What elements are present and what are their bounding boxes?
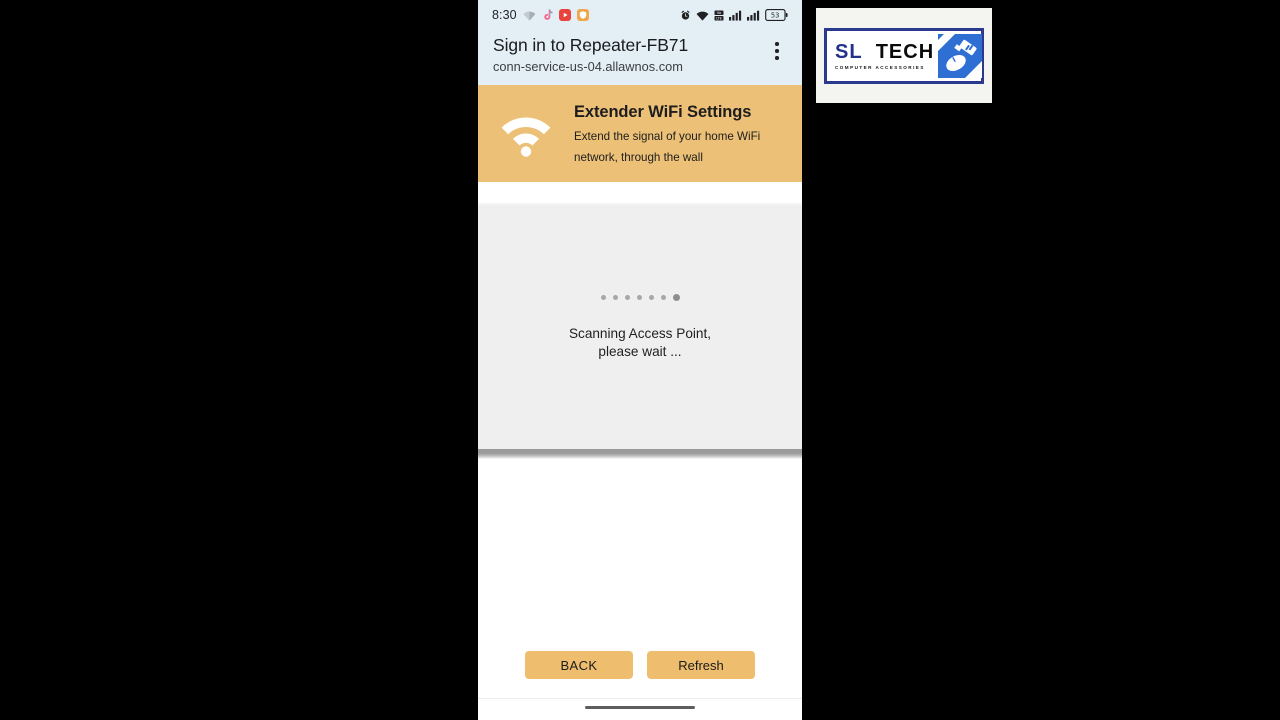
brand-primary-text: SL: [835, 41, 863, 63]
status-bar-clock: 8:30: [492, 8, 517, 22]
scan-status-panel: Scanning Access Point, please wait ...: [478, 205, 802, 449]
loading-dot: [636, 295, 642, 300]
weak-wifi-icon: [523, 10, 536, 21]
scan-status-line-1: Scanning Access Point,: [568, 326, 712, 341]
status-bar: 8:30 Vo LTE 53: [478, 0, 802, 30]
scan-status-text: Scanning Access Point, please wait ...: [569, 325, 711, 360]
page-url: conn-service-us-04.allawnos.com: [493, 59, 683, 74]
phone-screen: 8:30 Vo LTE 53 Sign in to Repeater-FB71 …: [478, 0, 802, 720]
brand-wordmark: SL TECH: [835, 41, 934, 63]
content-top-gap: [478, 182, 802, 203]
youtube-icon: [558, 9, 571, 21]
page-content: Scanning Access Point, please wait ... B…: [478, 182, 802, 716]
back-button[interactable]: BACK: [525, 651, 633, 679]
kebab-dot: [775, 56, 779, 60]
action-button-row: BACK Refresh: [478, 651, 802, 689]
brand-logo-card: SL TECH COMPUTER ACCESSORIES: [816, 8, 992, 103]
banner-subtitle: Extend the signal of your home WiFi netw…: [574, 130, 761, 164]
content-bottom-pad: [478, 689, 802, 698]
shield-app-icon: [576, 9, 589, 21]
content-spacer: [478, 459, 802, 651]
signal-bars-sim1-icon: [729, 10, 742, 21]
extender-banner: Extender WiFi Settings Extend the signal…: [478, 85, 802, 182]
brand-mark-icon: [938, 33, 983, 78]
scan-status-line-2: please wait ...: [598, 343, 682, 359]
loading-dot: [612, 295, 618, 300]
refresh-button[interactable]: Refresh: [647, 651, 755, 679]
screen-canvas: 8:30 Vo LTE 53 Sign in to Repeater-FB71 …: [0, 0, 1280, 720]
wifi-icon: [696, 10, 709, 21]
loading-dot: [660, 295, 666, 300]
overflow-menu-icon[interactable]: [766, 38, 788, 64]
loading-dots-icon: [600, 294, 680, 301]
status-bar-right: Vo LTE 53: [680, 9, 788, 21]
kebab-dot: [775, 42, 779, 46]
panel-bottom-shadow: [478, 449, 802, 459]
loading-dot: [600, 295, 606, 300]
brand-logo-frame: SL TECH COMPUTER ACCESSORIES: [824, 27, 984, 84]
system-navigation-bar: [478, 698, 802, 716]
brand-tagline: COMPUTER ACCESSORIES: [835, 65, 925, 70]
extender-banner-text: Extender WiFi Settings Extend the signal…: [574, 97, 792, 168]
loading-dot: [624, 295, 630, 300]
brand-logo-text: SL TECH COMPUTER ACCESSORIES: [835, 41, 934, 70]
home-gesture-bar-icon[interactable]: [585, 705, 695, 710]
wifi-signal-icon: [488, 97, 564, 157]
mobile-data-icon: Vo LTE: [714, 10, 724, 21]
svg-text:LTE: LTE: [716, 16, 722, 20]
brand-secondary-text: TECH: [875, 41, 935, 63]
kebab-dot: [775, 49, 779, 53]
page-title: Sign in to Repeater-FB71: [493, 35, 689, 55]
battery-icon: 53: [765, 9, 788, 21]
loading-dot: [648, 295, 654, 300]
svg-text:Vo: Vo: [717, 11, 721, 15]
alarm-clock-icon: [680, 10, 691, 21]
status-bar-left: 8:30: [492, 8, 589, 22]
signal-bars-sim2-icon: [747, 10, 760, 21]
tiktok-icon: [542, 9, 553, 21]
loading-dot: [672, 294, 680, 301]
battery-level-text: 53: [771, 12, 779, 20]
banner-title: Extender WiFi Settings: [574, 103, 752, 121]
browser-header: Sign in to Repeater-FB71 conn-service-us…: [478, 30, 802, 85]
browser-header-text: Sign in to Repeater-FB71 conn-service-us…: [493, 34, 766, 75]
